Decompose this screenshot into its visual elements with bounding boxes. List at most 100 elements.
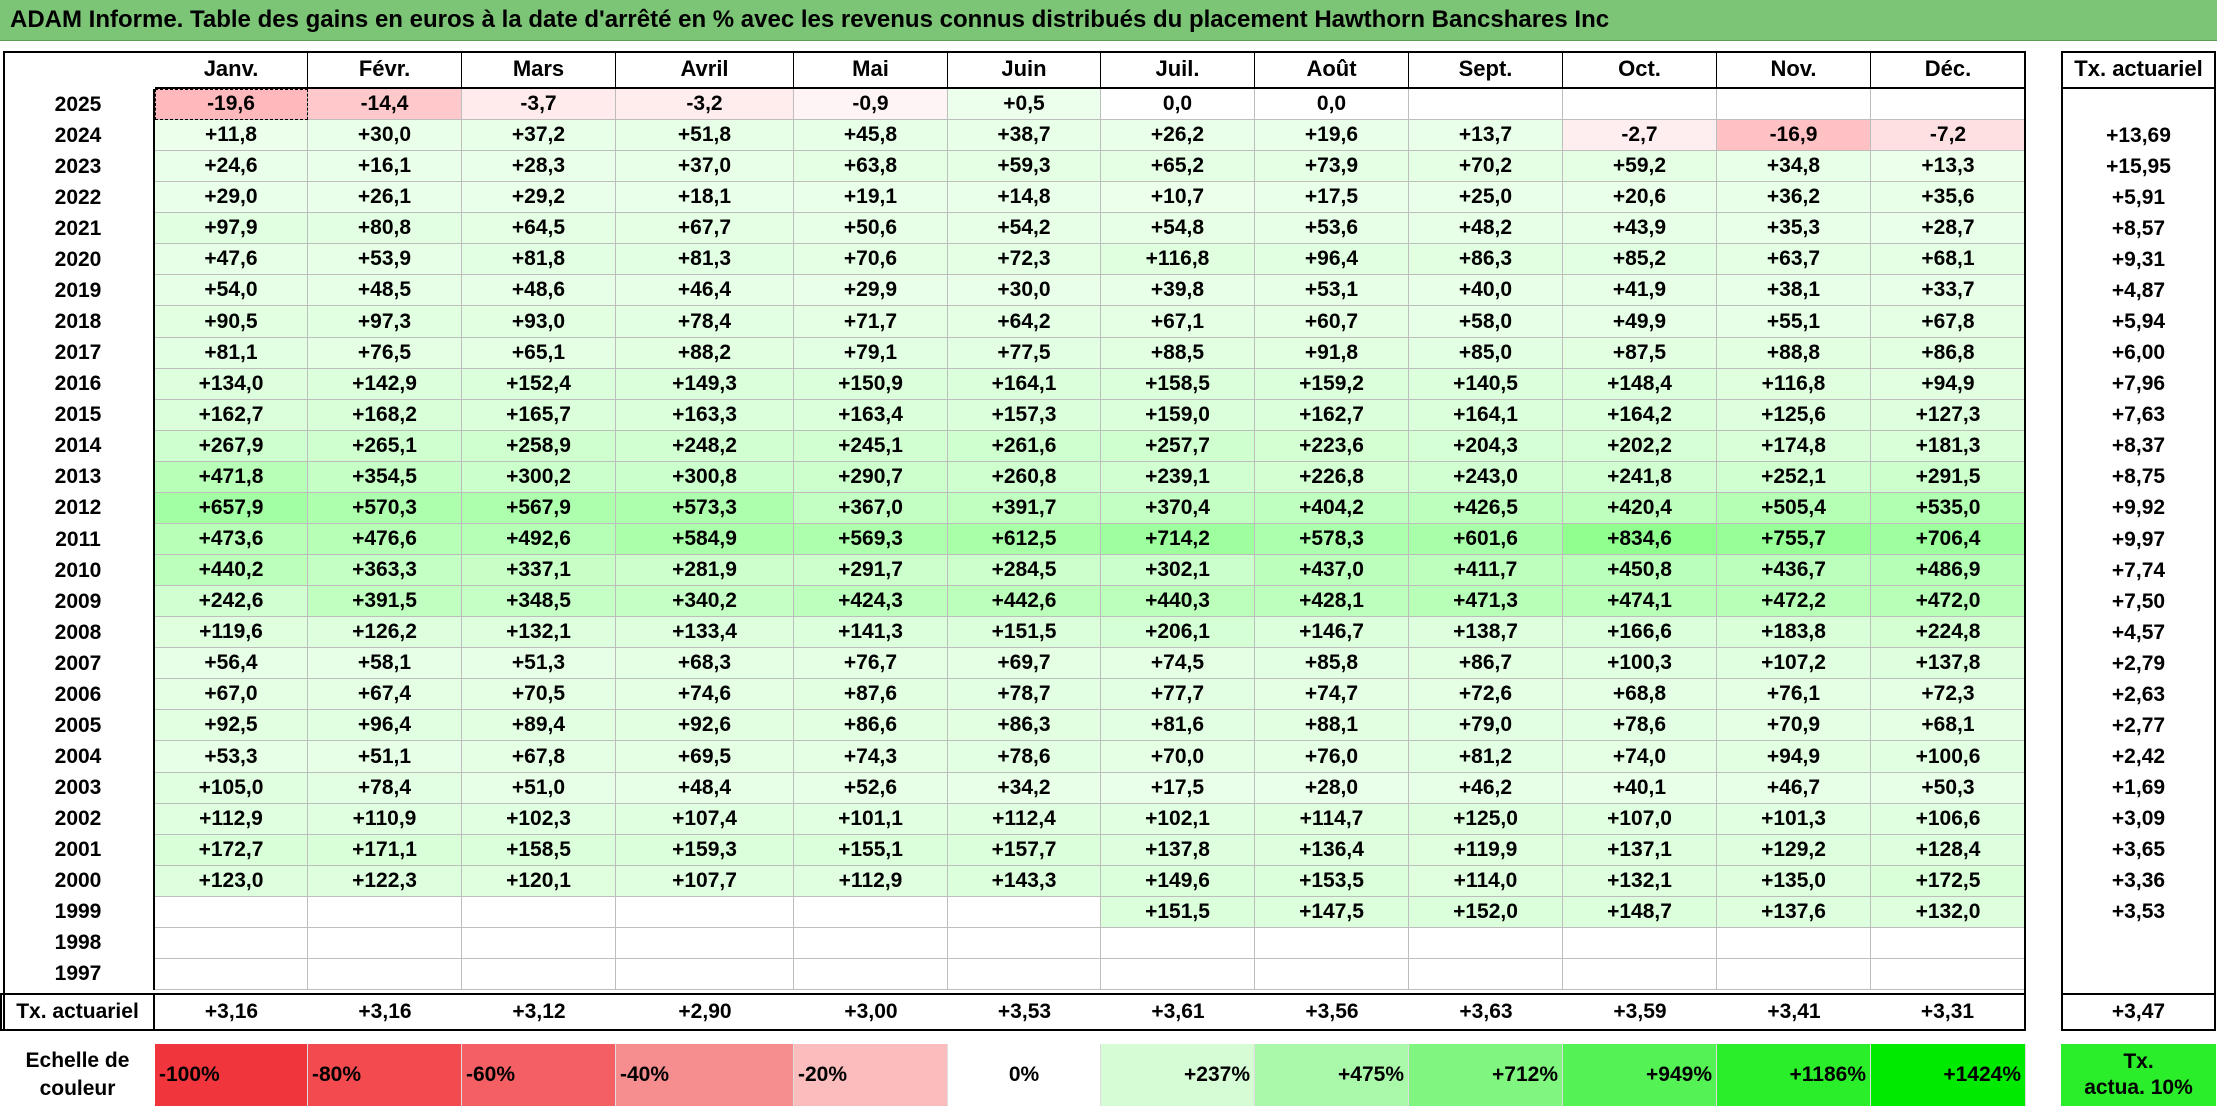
- gain-cell: +142,9: [308, 368, 462, 400]
- gain-cell: +52,6: [794, 772, 948, 804]
- gain-cell: +18,1: [616, 182, 794, 214]
- gain-cell: +281,9: [616, 555, 794, 587]
- gain-cell: +149,6: [1101, 865, 1255, 897]
- gain-cell: +136,4: [1255, 834, 1409, 866]
- gain-cell: +78,7: [948, 679, 1101, 711]
- gain-cell: +114,7: [1255, 803, 1409, 835]
- footer-rate-cell: +3,16: [155, 993, 308, 1031]
- gain-cell: +63,8: [794, 151, 948, 183]
- gain-cell: +132,1: [1563, 865, 1717, 897]
- gain-cell: +86,3: [1409, 244, 1563, 276]
- gain-cell: +20,6: [1563, 182, 1717, 214]
- gain-cell: +30,0: [308, 120, 462, 152]
- gain-cell: +55,1: [1717, 306, 1871, 338]
- gain-cell: +24,6: [155, 151, 308, 183]
- gain-cell: [1409, 927, 1563, 959]
- gain-cell: +146,7: [1255, 617, 1409, 649]
- gain-cell: +436,7: [1717, 555, 1871, 587]
- gain-cell: +119,9: [1409, 834, 1563, 866]
- gain-cell: +206,1: [1101, 617, 1255, 649]
- scale-swatch: +1424%: [1871, 1044, 2026, 1106]
- gain-cell: +92,6: [616, 710, 794, 742]
- gain-cell: +165,7: [462, 399, 616, 431]
- gain-cell: +243,0: [1409, 461, 1563, 493]
- gain-cell: +163,3: [616, 399, 794, 431]
- gain-cell: [616, 958, 794, 991]
- year-label: 2002: [3, 803, 155, 835]
- gain-cell: +223,6: [1255, 430, 1409, 462]
- gain-cell: +53,6: [1255, 213, 1409, 245]
- gain-cell: +86,3: [948, 710, 1101, 742]
- gain-cell: +29,2: [462, 182, 616, 214]
- gain-cell: +834,6: [1563, 523, 1717, 556]
- gain-cell: +43,9: [1563, 213, 1717, 245]
- gain-cell: +535,0: [1871, 492, 2026, 524]
- gain-cell: +486,9: [1871, 555, 2026, 587]
- gain-cell: +569,3: [794, 523, 948, 556]
- gain-cell: +300,2: [462, 461, 616, 493]
- gain-cell: +570,3: [308, 492, 462, 524]
- gain-cell: +300,8: [616, 461, 794, 493]
- gain-cell: [1871, 89, 2026, 121]
- gain-cell: +202,2: [1563, 430, 1717, 462]
- rate-cell: +8,37: [2111, 434, 2166, 458]
- gain-cell: +46,7: [1717, 772, 1871, 804]
- gain-cell: +45,8: [794, 120, 948, 152]
- gain-cell: +152,0: [1409, 896, 1563, 928]
- gain-cell: +86,8: [1871, 337, 2026, 369]
- gain-cell: +58,1: [308, 648, 462, 680]
- gain-cell: +53,9: [308, 244, 462, 276]
- scale-rate-line2: actua. 10%: [2084, 1076, 2193, 1099]
- gain-cell: +172,7: [155, 834, 308, 866]
- gain-cell: +51,1: [308, 741, 462, 773]
- gain-cell: +100,6: [1871, 741, 2026, 773]
- gain-cell: +128,4: [1871, 834, 2026, 866]
- year-label: 2012: [3, 492, 155, 524]
- current-cell-marker: [155, 89, 308, 121]
- gain-cell: +472,2: [1717, 586, 1871, 618]
- gain-cell: +567,9: [462, 492, 616, 524]
- gain-cell: +370,4: [1101, 492, 1255, 524]
- gain-cell: +85,8: [1255, 648, 1409, 680]
- gain-cell: +252,1: [1717, 461, 1871, 493]
- year-label: 2001: [3, 834, 155, 866]
- gain-cell: 0,0: [1101, 89, 1255, 121]
- gain-cell: +48,4: [616, 772, 794, 804]
- scale-swatch: -100%: [155, 1044, 308, 1106]
- month-header: Nov.: [1717, 51, 1871, 89]
- gain-cell: +19,1: [794, 182, 948, 214]
- gain-cell: -7,2: [1871, 120, 2026, 152]
- year-label: 1997: [3, 958, 155, 991]
- gain-cell: +119,6: [155, 617, 308, 649]
- gain-cell: +101,1: [794, 803, 948, 835]
- year-label: 2016: [3, 368, 155, 400]
- gain-cell: +68,8: [1563, 679, 1717, 711]
- gain-cell: +13,3: [1871, 151, 2026, 183]
- gain-cell: +54,0: [155, 275, 308, 307]
- gain-cell: [616, 927, 794, 959]
- rate-cell: +2,79: [2111, 651, 2166, 675]
- gain-cell: [794, 958, 948, 991]
- gain-cell: +85,2: [1563, 244, 1717, 276]
- gain-cell: +67,8: [1871, 306, 2026, 338]
- gain-cell: +158,5: [1101, 368, 1255, 400]
- gain-cell: +102,3: [462, 803, 616, 835]
- gain-cell: +28,7: [1871, 213, 2026, 245]
- gain-cell: +41,9: [1563, 275, 1717, 307]
- footer-rate-cell: +3,59: [1563, 993, 1717, 1031]
- gain-cell: [1563, 958, 1717, 991]
- scale-swatch: -60%: [462, 1044, 616, 1106]
- gain-cell: +123,0: [155, 865, 308, 897]
- gain-cell: +224,8: [1871, 617, 2026, 649]
- gain-cell: [1871, 927, 2026, 959]
- gain-cell: +440,2: [155, 555, 308, 587]
- gain-cell: +67,7: [616, 213, 794, 245]
- footer-rate-cell: +3,00: [794, 993, 948, 1031]
- gain-cell: +88,2: [616, 337, 794, 369]
- gain-cell: +88,5: [1101, 337, 1255, 369]
- month-header: Oct.: [1563, 51, 1717, 89]
- gain-cell: +74,6: [616, 679, 794, 711]
- gain-cell: [308, 958, 462, 991]
- rate-cell: +8,75: [2111, 465, 2166, 489]
- gain-cell: [1255, 927, 1409, 959]
